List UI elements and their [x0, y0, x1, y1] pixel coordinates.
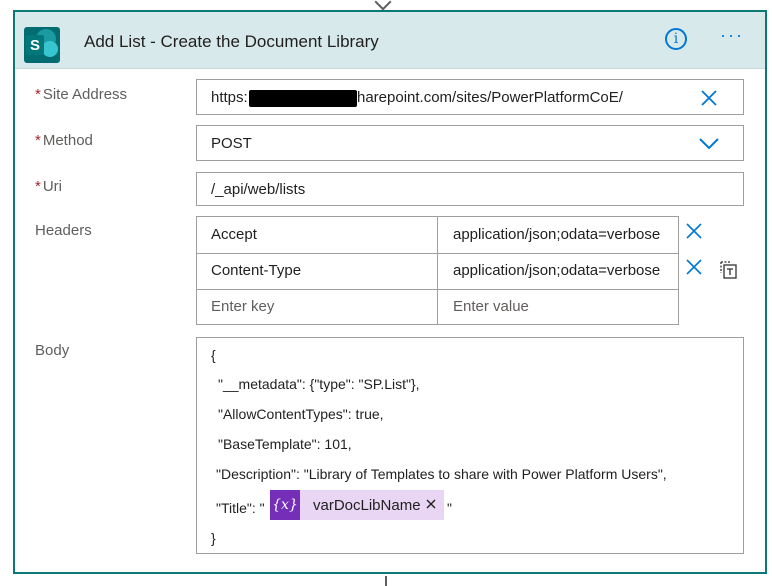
headers-table: Accept application/json;odata=verbose Co… — [196, 216, 679, 325]
method-value: POST — [211, 135, 252, 152]
chevron-down-icon[interactable] — [699, 137, 719, 151]
body-line: { — [211, 347, 216, 363]
method-dropdown[interactable]: POST — [196, 125, 744, 161]
uri-value: /_api/web/lists — [211, 181, 306, 198]
action-header[interactable]: S Add List - Create the Document Library… — [15, 12, 765, 69]
site-address-label-text: Site Address — [42, 86, 128, 103]
header-value-input[interactable]: application/json;odata=verbose — [453, 217, 675, 253]
site-address-field[interactable]: https: harepoint.com/sites/PowerPlatform… — [196, 79, 744, 115]
remove-row-icon[interactable] — [685, 258, 703, 276]
header-row-empty: Enter key Enter value — [197, 289, 678, 325]
header-row: Accept application/json;odata=verbose — [197, 217, 678, 254]
body-label: Body — [35, 342, 70, 359]
site-address-value-suffix: harepoint.com/sites/PowerPlatformCoE/ — [357, 89, 623, 106]
redacted-block — [249, 90, 357, 107]
required-mark: * — [35, 86, 41, 103]
body-line: "__metadata": {"type": "SP.List"}, — [218, 376, 420, 392]
site-address-label: * Site Address — [35, 86, 127, 103]
header-value-input[interactable]: application/json;odata=verbose — [453, 253, 675, 289]
remove-token-icon[interactable] — [424, 497, 438, 511]
clear-icon[interactable] — [701, 90, 717, 106]
body-line: } — [211, 530, 216, 546]
body-line: " — [447, 500, 452, 516]
body-line: "Description": "Library of Templates to … — [216, 466, 667, 482]
action-title: Add List - Create the Document Library — [84, 32, 379, 51]
copy-icon[interactable] — [718, 259, 740, 281]
uri-label-text: Uri — [42, 178, 63, 195]
body-line: "AllowContentTypes": true, — [218, 406, 384, 422]
info-icon[interactable]: i — [665, 28, 687, 50]
header-key-input[interactable]: Content-Type — [211, 253, 431, 289]
remove-row-icon[interactable] — [685, 222, 703, 240]
variable-token[interactable]: {x} varDocLibName — [270, 490, 444, 520]
sharepoint-logo-icon: S — [24, 27, 60, 63]
method-label: * Method — [35, 132, 93, 149]
more-options-icon[interactable]: ··· — [720, 26, 750, 46]
header-key-placeholder[interactable]: Enter key — [211, 289, 431, 325]
header-row: Content-Type application/json;odata=verb… — [197, 253, 678, 290]
uri-field[interactable]: /_api/web/lists — [196, 172, 744, 206]
site-address-value-prefix: https: — [211, 89, 248, 106]
method-label-text: Method — [42, 132, 93, 149]
header-key-input[interactable]: Accept — [211, 217, 431, 253]
variable-icon: {x} — [270, 490, 300, 520]
variable-name: varDocLibName — [313, 496, 421, 514]
body-line: "Title": " — [216, 500, 265, 516]
outgoing-connector — [385, 576, 387, 586]
body-editor[interactable]: { "__metadata": {"type": "SP.List"}, "Al… — [196, 337, 744, 554]
incoming-arrow-icon — [374, 0, 392, 11]
header-value-placeholder[interactable]: Enter value — [453, 289, 675, 325]
body-line: "BaseTemplate": 101, — [218, 436, 352, 452]
headers-label: Headers — [35, 222, 92, 239]
required-mark: * — [35, 178, 41, 195]
svg-text:S: S — [30, 37, 40, 54]
required-mark: * — [35, 132, 41, 149]
action-card: S Add List - Create the Document Library… — [13, 10, 767, 574]
uri-label: * Uri — [35, 178, 62, 195]
